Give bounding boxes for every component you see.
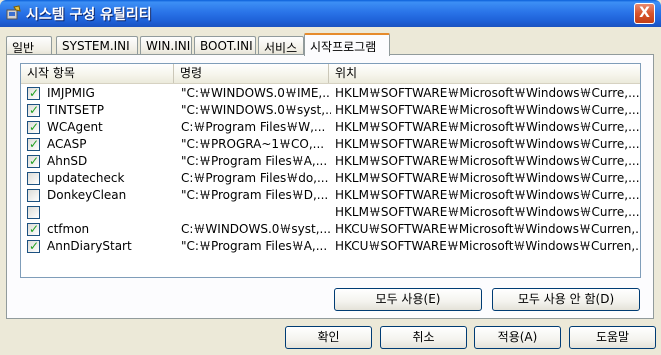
startup-item-command: "C:￦WINDOWS.0￦IME,... <box>181 86 331 100</box>
startup-item-command: "C:￦Program Files￦A,... <box>181 239 328 253</box>
table-row[interactable]: ✓ ctfmon C:￦WINDOWS.0￦syst,... HKCU￦SOFTWAR… <box>21 221 640 238</box>
tab-startup[interactable]: 시작프로그램 <box>304 33 390 56</box>
startup-item-command: "C:￦WINDOWS.0￦syst,... <box>181 103 331 117</box>
column-header-location[interactable]: 위치 <box>329 64 640 83</box>
startup-item-location: HKCU￦SOFTWARE￦Microsoft￦Windows￦Curren,.… <box>335 239 640 253</box>
disable-all-button[interactable]: 모두 사용 안 함(D) <box>492 288 640 311</box>
checkmark-icon: ✓ <box>29 137 40 151</box>
startup-item-name: updatecheck <box>47 171 125 185</box>
startup-list[interactable]: 시작 항목 명령 위치 ✓ IMJPMIG "C:￦WINDOWS.0￦IME,..… <box>20 63 641 278</box>
tab-services[interactable]: 서비스 <box>258 36 304 55</box>
startup-item-name: ACASP <box>47 137 87 151</box>
checkmark-icon: ✓ <box>29 222 40 236</box>
table-row[interactable]: DonkeyClean "C:￦Program Files￦D,... HKLM￦S… <box>21 187 640 204</box>
startup-item-command: C:￦WINDOWS.0￦syst,... <box>181 222 331 236</box>
title-bar[interactable]: 시스템 구성 유틸리티 X <box>0 0 661 27</box>
table-row[interactable]: ✓ ACASP "C:￦PROGRA~1￦CO,... HKLM￦SOFTWARE￦M… <box>21 136 640 153</box>
startup-item-name: AnnDiaryStart <box>47 239 132 253</box>
checkmark-icon: ✓ <box>29 239 40 253</box>
table-row[interactable]: ✓ WCAgent C:￦Program Files￦W,... HKLM￦SOFTW… <box>21 119 640 136</box>
startup-checkbox[interactable] <box>27 189 40 202</box>
startup-item-location: HKLM￦SOFTWARE￦Microsoft￦Windows￦Curre,..… <box>335 205 640 219</box>
startup-item-location: HKLM￦SOFTWARE￦Microsoft￦Windows￦Curre,..… <box>335 171 640 185</box>
tab-system-ini[interactable]: SYSTEM.INI <box>56 36 138 55</box>
startup-item-command: "C:￦PROGRA~1￦CO,... <box>181 137 325 151</box>
startup-item-command: C:￦Program Files￦W,... <box>181 120 326 134</box>
tab-general[interactable]: 일반 <box>6 36 52 55</box>
tab-win-ini[interactable]: WIN.INI <box>140 36 192 55</box>
table-row[interactable]: ✓ AnnDiaryStart "C:￦Program Files￦A,... HKC… <box>21 238 640 255</box>
checkmark-icon: ✓ <box>29 103 40 117</box>
column-header-command[interactable]: 명령 <box>174 64 329 83</box>
list-body: ✓ IMJPMIG "C:￦WINDOWS.0￦IME,... HKLM￦SOFTWA… <box>21 85 640 255</box>
table-row[interactable]: updatecheck C:￦Program Files￦do,... HKLM￦S… <box>21 170 640 187</box>
list-header: 시작 항목 명령 위치 <box>21 64 640 84</box>
startup-checkbox[interactable]: ✓ <box>27 154 40 168</box>
startup-checkbox[interactable]: ✓ <box>27 120 40 134</box>
startup-item-name: IMJPMIG <box>47 86 95 100</box>
startup-checkbox[interactable]: ✓ <box>27 222 40 236</box>
startup-item-command: C:￦Program Files￦do,... <box>181 171 329 185</box>
apply-button[interactable]: 적용(A) <box>474 326 561 349</box>
tab-boot-ini[interactable]: BOOT.INI <box>194 36 256 55</box>
help-button[interactable]: 도움말 <box>569 326 656 349</box>
startup-checkbox[interactable] <box>27 172 40 185</box>
startup-checkbox[interactable]: ✓ <box>27 103 40 117</box>
system-config-app-icon <box>6 5 21 20</box>
table-row[interactable]: ✓ IMJPMIG "C:￦WINDOWS.0￦IME,... HKLM￦SOFTWA… <box>21 85 640 102</box>
enable-all-button[interactable]: 모두 사용(E) <box>334 288 482 311</box>
ok-button[interactable]: 확인 <box>285 326 372 349</box>
startup-item-command: "C:￦Program Files￦D,... <box>181 188 329 202</box>
window-title: 시스템 구성 유틸리티 <box>26 7 152 23</box>
startup-item-location: HKLM￦SOFTWARE￦Microsoft￦Windows￦Curre,..… <box>335 86 640 100</box>
startup-item-location: HKLM￦SOFTWARE￦Microsoft￦Windows￦Curre,..… <box>335 188 640 202</box>
table-row[interactable]: ✓ TINTSETP "C:￦WINDOWS.0￦syst,... HKLM￦SOFT… <box>21 102 640 119</box>
startup-item-location: HKLM￦SOFTWARE￦Microsoft￦Windows￦Curre,..… <box>335 120 640 134</box>
startup-item-name: WCAgent <box>47 120 103 134</box>
checkmark-icon: ✓ <box>29 120 40 134</box>
startup-checkbox[interactable]: ✓ <box>27 239 40 253</box>
startup-checkbox[interactable]: ✓ <box>27 137 40 151</box>
startup-item-location: HKLM￦SOFTWARE￦Microsoft￦Windows￦Curre,..… <box>335 154 640 168</box>
table-row[interactable]: ✓ AhnSD "C:￦Program Files￦A,... HKLM￦SOFTWA… <box>21 153 640 170</box>
checkmark-icon: ✓ <box>29 86 40 100</box>
startup-item-location: HKCU￦SOFTWARE￦Microsoft￦Windows￦Curren,.… <box>335 222 640 236</box>
startup-item-name: AhnSD <box>47 154 88 168</box>
column-header-startup-item[interactable]: 시작 항목 <box>21 64 174 83</box>
startup-item-name: DonkeyClean <box>47 188 127 202</box>
startup-item-location: HKLM￦SOFTWARE￦Microsoft￦Windows￦Curre,..… <box>335 137 640 151</box>
close-button[interactable]: X <box>634 3 655 24</box>
checkmark-icon: ✓ <box>29 154 40 168</box>
cancel-button[interactable]: 취소 <box>380 326 467 349</box>
startup-checkbox[interactable] <box>27 206 40 219</box>
table-row[interactable]: HKLM￦SOFTWARE￦Microsoft￦Windows￦Curre,..… <box>21 204 640 221</box>
startup-checkbox[interactable]: ✓ <box>27 86 40 100</box>
startup-item-location: HKLM￦SOFTWARE￦Microsoft￦Windows￦Curre,..… <box>335 103 640 117</box>
startup-item-command: "C:￦Program Files￦A,... <box>181 154 328 168</box>
startup-item-name: ctfmon <box>47 222 90 236</box>
startup-item-name: TINTSETP <box>47 103 104 117</box>
